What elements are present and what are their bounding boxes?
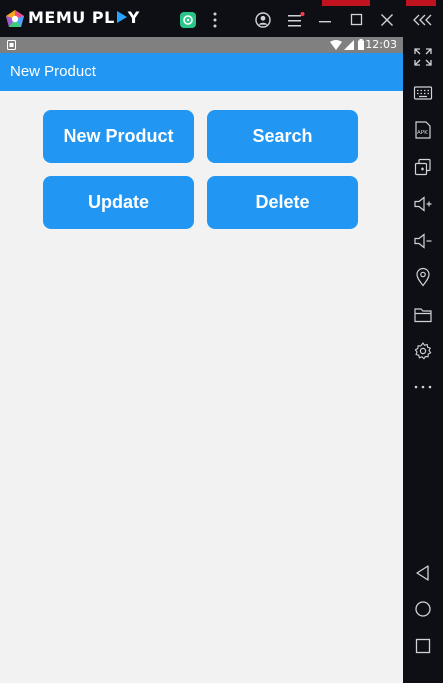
fullscreen-icon[interactable] (413, 47, 433, 67)
brand-text-end: Y (127, 8, 140, 27)
location-icon[interactable] (413, 267, 433, 287)
back-icon[interactable] (413, 563, 433, 583)
delete-button[interactable]: Delete (207, 176, 358, 229)
minimize-icon[interactable] (318, 12, 332, 28)
emulator-titlebar: MEMU PL Y (0, 0, 443, 37)
close-icon[interactable] (380, 13, 394, 27)
page-title: New Product (10, 63, 96, 80)
brand-text: MEMU PL (28, 8, 115, 27)
status-time: 12:03 (365, 38, 397, 51)
signal-icon (344, 40, 354, 50)
home-icon[interactable] (413, 599, 433, 619)
search-button[interactable]: Search (207, 110, 358, 163)
volume-down-icon[interactable] (413, 231, 433, 251)
menu-icon[interactable] (287, 12, 305, 28)
background-strip (406, 0, 436, 6)
main-content: New Product Search Update Delete (0, 91, 403, 683)
memu-logo-icon (6, 10, 24, 27)
notification-icon (7, 40, 16, 50)
maximize-icon[interactable] (350, 13, 364, 27)
app-store-icon[interactable] (180, 12, 196, 28)
multi-window-icon[interactable] (413, 157, 433, 177)
keyboard-icon[interactable] (413, 83, 433, 103)
android-status-bar: 12:03 (0, 37, 403, 53)
collapse-arrows-icon[interactable] (413, 14, 433, 26)
apk-icon[interactable]: APK (413, 120, 433, 140)
update-button[interactable]: Update (43, 176, 194, 229)
background-strip (322, 0, 370, 6)
battery-icon (358, 39, 364, 50)
more-vertical-icon[interactable] (210, 12, 220, 28)
emulator-sidebar: APK (403, 37, 443, 683)
more-horizontal-icon[interactable] (413, 377, 433, 397)
emulator-window: MEMU PL Y 12:03 New Product New Product … (0, 0, 443, 683)
settings-icon[interactable] (413, 341, 433, 361)
new-product-button[interactable]: New Product (43, 110, 194, 163)
recents-icon[interactable] (413, 636, 433, 656)
volume-up-icon[interactable] (413, 194, 433, 214)
svg-text:APK: APK (417, 130, 428, 136)
app-bar: New Product (0, 53, 403, 91)
wifi-icon (330, 40, 342, 50)
account-icon[interactable] (255, 12, 271, 28)
folder-icon[interactable] (413, 305, 433, 325)
play-triangle-icon (116, 11, 127, 23)
memu-brand: MEMU PL Y (28, 8, 140, 27)
